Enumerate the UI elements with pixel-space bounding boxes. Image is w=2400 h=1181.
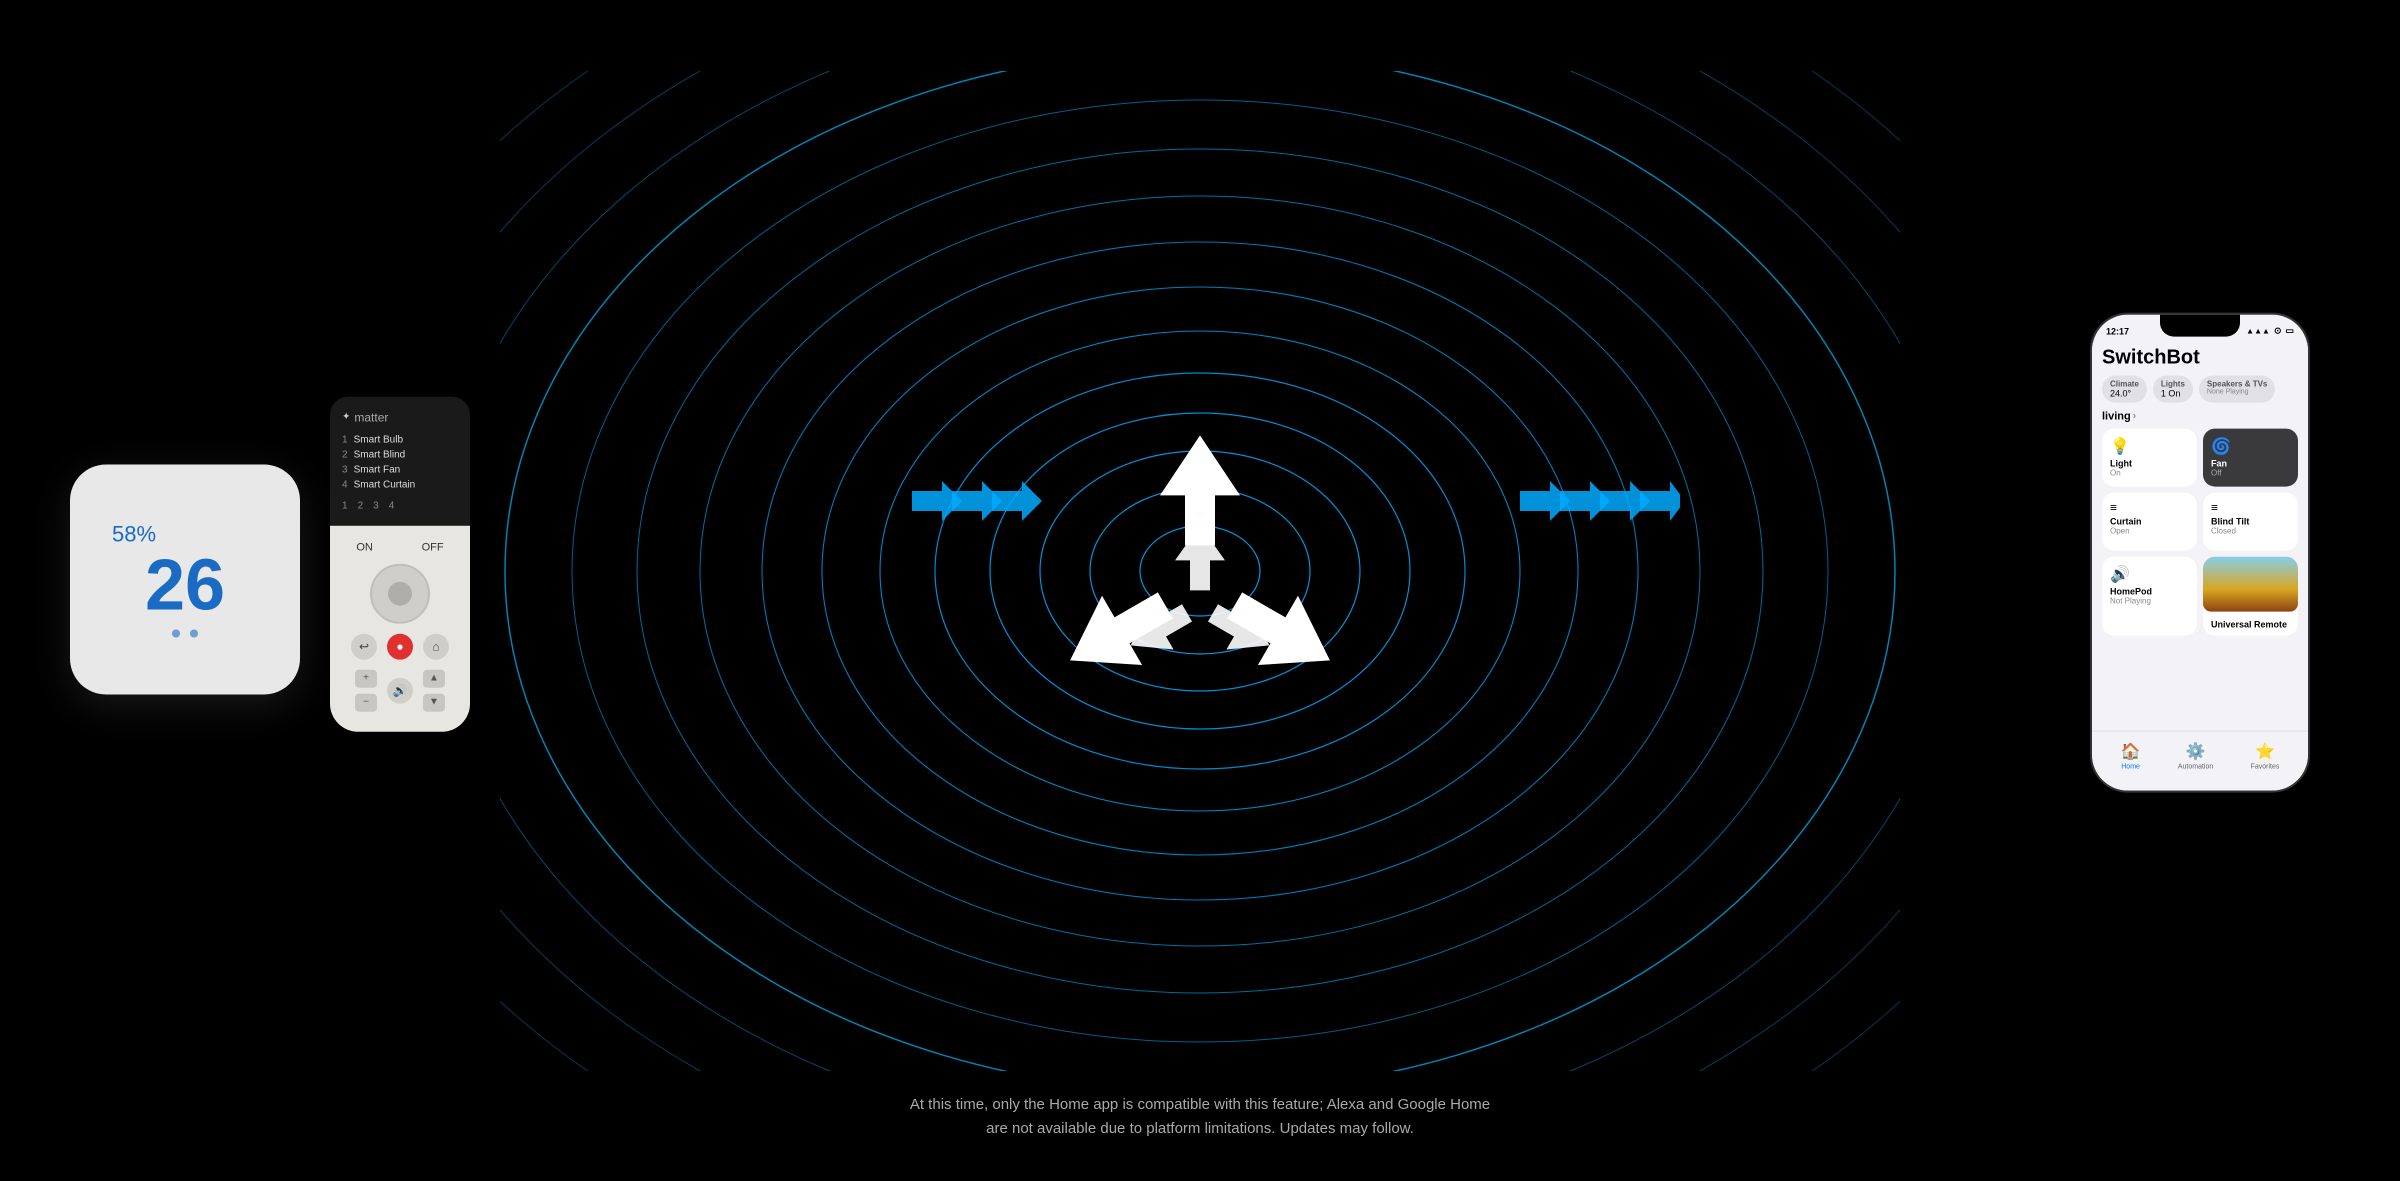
right-arrows [1520, 471, 1680, 531]
homepod-card[interactable]: 🔊 HomePod Not Playing [2102, 556, 2197, 635]
menu-item-4: 4 Smart Curtain [342, 477, 458, 492]
light-icon: 💡 [2110, 436, 2189, 456]
curtain-status: Open [2110, 526, 2189, 535]
dial-inner [388, 581, 412, 605]
on-off-row: ON OFF [342, 541, 458, 553]
off-button[interactable]: OFF [422, 541, 444, 553]
home-nav-icon: 🏠 [2121, 741, 2141, 761]
climate-category: Climate 24.0° [2102, 375, 2147, 402]
favorites-nav-icon: ⭐ [2255, 741, 2275, 761]
homepod-name: HomePod [2110, 586, 2189, 596]
number-row: 1 2 3 4 [342, 500, 458, 511]
wifi-icon: ⊙ [2274, 326, 2282, 337]
disclaimer-text: At this time, only the Home app is compa… [910, 1093, 1490, 1141]
homepod-status: Not Playing [2110, 596, 2189, 605]
nav-automation[interactable]: ⚙️ Automation [2178, 741, 2213, 770]
iphone-screen: 12:17 ▲▲▲ ⊙ ▭ SwitchBot Climate 24.0° Li… [2092, 314, 2308, 790]
matter-star-icon: ✦ [342, 412, 350, 423]
matter-label: ✦ matter [342, 410, 458, 424]
status-time: 12:17 [2106, 326, 2129, 336]
nav-home[interactable]: 🏠 Home [2121, 741, 2141, 770]
iphone-notch [2160, 314, 2240, 336]
back-button[interactable]: ↩ [351, 633, 377, 659]
curtain-card[interactable]: ≡ Curtain Open [2102, 492, 2197, 550]
volume-up[interactable]: + [355, 669, 377, 687]
status-icons: ▲▲▲ ⊙ ▭ [2246, 326, 2294, 337]
light-card[interactable]: 💡 Light On [2102, 428, 2197, 486]
speakers-category: Speakers & TVs None Playing [2199, 375, 2275, 402]
record-button[interactable]: ● [387, 633, 413, 659]
blind-tilt-card[interactable]: ≡ Blind Tilt Closed [2203, 492, 2298, 550]
volume-down[interactable]: − [355, 693, 377, 711]
switchbot-logo [1030, 405, 1370, 725]
fan-status: Off [2211, 468, 2290, 477]
curtain-name: Curtain [2110, 516, 2189, 526]
channel-controls: ▲ ▼ [423, 669, 445, 711]
on-button[interactable]: ON [356, 541, 373, 553]
universal-remote-name: Universal Remote [2211, 619, 2290, 629]
speaker-button[interactable]: 🔊 [387, 677, 413, 703]
home-nav-label: Home [2121, 763, 2140, 770]
universal-remote-card[interactable]: Universal Remote [2203, 556, 2298, 635]
signal-icon: ▲▲▲ [2246, 327, 2270, 336]
device-grid: 💡 Light On 🌀 Fan Off ≡ Curtain Open [2102, 428, 2298, 635]
battery-icon: ▭ [2285, 326, 2294, 337]
temperature-display: 26 [145, 549, 225, 621]
dot-1 [172, 629, 180, 637]
home-button[interactable]: ⌂ [423, 633, 449, 659]
vol-updown-row: + − 🔊 ▲ ▼ [355, 669, 445, 711]
automation-nav-label: Automation [2178, 763, 2213, 770]
light-status: On [2110, 468, 2189, 477]
dot-2 [190, 629, 198, 637]
menu-item-1: 1 Smart Bulb [342, 432, 458, 447]
remote-screen: ✦ matter 1 Smart Bulb 2 Smart Blind 3 Sm… [330, 396, 470, 525]
menu-item-2: 2 Smart Blind [342, 447, 458, 462]
homepod-icon: 🔊 [2110, 564, 2189, 584]
favorites-nav-label: Favorites [2251, 763, 2280, 770]
fan-icon: 🌀 [2211, 436, 2290, 456]
remote-control: ✦ matter 1 Smart Bulb 2 Smart Blind 3 Sm… [330, 396, 470, 731]
fan-name: Fan [2211, 458, 2290, 468]
blind-name: Blind Tilt [2211, 516, 2290, 526]
remote-body: ON OFF ↩ ● ⌂ + − 🔊 ▲ ▼ [330, 525, 470, 731]
blind-status: Closed [2211, 526, 2290, 535]
curtain-icon: ≡ [2110, 500, 2117, 514]
thermostat-device: 58% 26 [70, 464, 300, 694]
home-categories: Climate 24.0° Lights 1 On Speakers & TVs… [2102, 375, 2298, 402]
channel-down[interactable]: ▼ [423, 693, 445, 711]
landscape-image [2203, 556, 2298, 611]
controls-row: ↩ ● ⌂ [351, 633, 449, 659]
blind-icon: ≡ [2211, 500, 2218, 514]
left-arrows [912, 471, 1042, 531]
menu-item-3: 3 Smart Fan [342, 462, 458, 477]
room-label: living › [2102, 410, 2298, 422]
light-name: Light [2110, 458, 2189, 468]
remote-dial[interactable] [370, 563, 430, 623]
automation-nav-icon: ⚙️ [2186, 741, 2206, 761]
app-title: SwitchBot [2102, 346, 2298, 369]
thermostat-indicator-dots [172, 629, 198, 637]
iphone-mockup: 12:17 ▲▲▲ ⊙ ▭ SwitchBot Climate 24.0° Li… [2090, 312, 2310, 792]
chevron-right-icon: › [2133, 411, 2136, 422]
channel-up[interactable]: ▲ [423, 669, 445, 687]
volume-controls: + − [355, 669, 377, 711]
humidity-display: 58% [112, 521, 156, 547]
bottom-nav: 🏠 Home ⚙️ Automation ⭐ Favorites [2092, 730, 2308, 790]
app-content: SwitchBot Climate 24.0° Lights 1 On Spea… [2092, 342, 2308, 639]
fan-card[interactable]: 🌀 Fan Off [2203, 428, 2298, 486]
lights-category: Lights 1 On [2153, 375, 2193, 402]
nav-favorites[interactable]: ⭐ Favorites [2251, 741, 2280, 770]
